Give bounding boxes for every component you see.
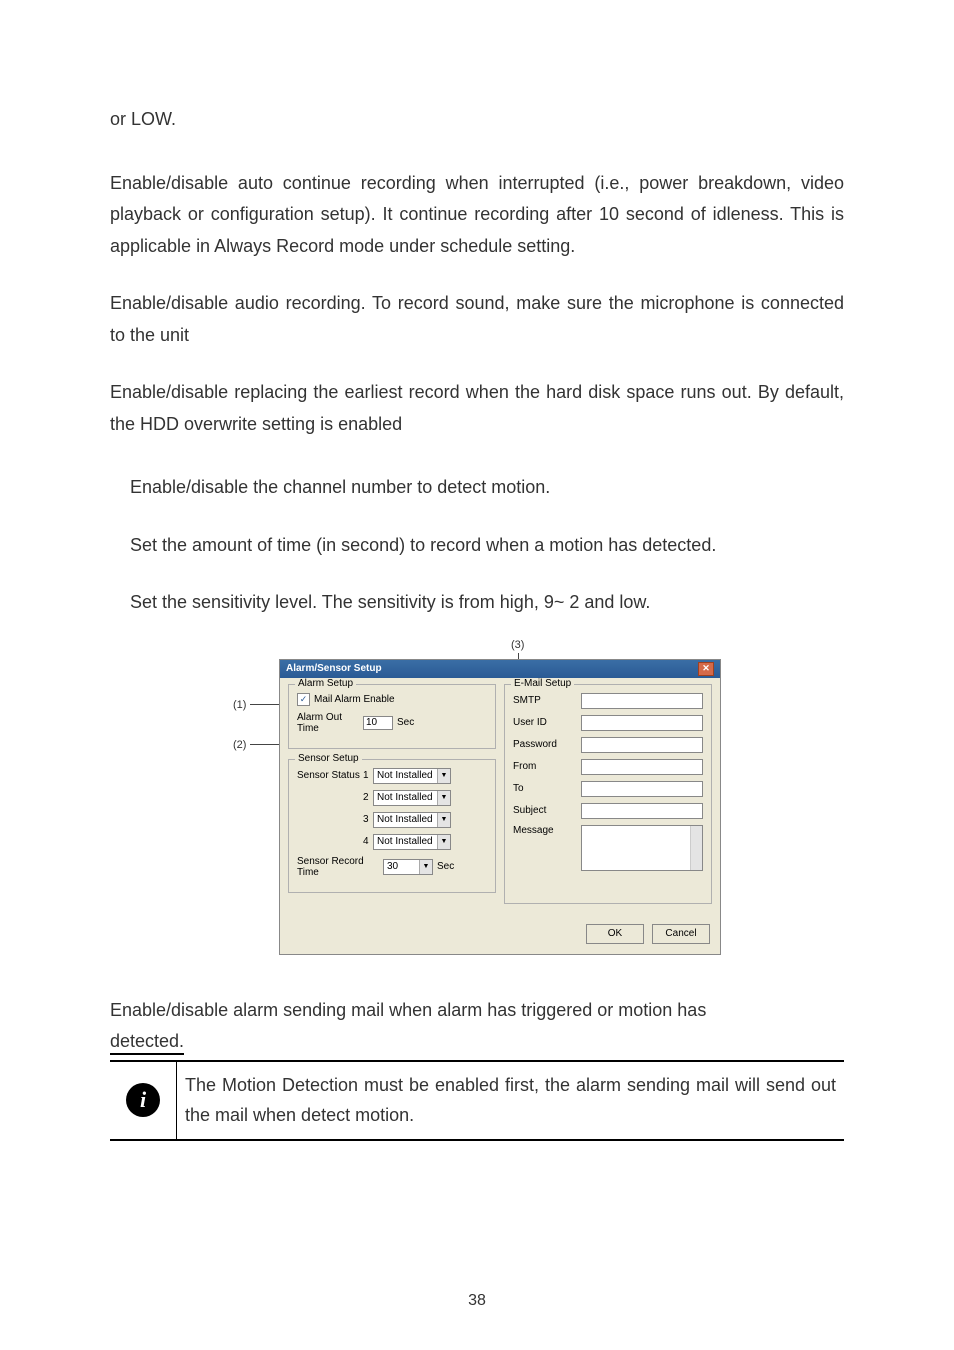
paragraph-mail-alarm: Enable/disable alarm sending mail when a… bbox=[110, 995, 844, 1058]
paragraph-audio: Enable/disable audio recording. To recor… bbox=[110, 288, 844, 351]
cancel-button[interactable]: Cancel bbox=[652, 924, 710, 944]
mail-alarm-checkbox[interactable]: ✓ bbox=[297, 693, 310, 706]
sensor-2-select[interactable]: Not Installed▼ bbox=[373, 790, 451, 806]
mail-alarm-label: Mail Alarm Enable bbox=[314, 694, 395, 705]
sec-label-2: Sec bbox=[437, 861, 454, 872]
paragraph-overwrite: Enable/disable replacing the earliest re… bbox=[110, 377, 844, 440]
alarm-out-time-input[interactable]: 10 bbox=[363, 716, 393, 730]
password-input[interactable] bbox=[581, 737, 703, 753]
ok-button[interactable]: OK bbox=[586, 924, 644, 944]
dialog-titlebar: Alarm/Sensor Setup ✕ bbox=[280, 660, 720, 678]
chevron-down-icon: ▼ bbox=[419, 860, 432, 874]
chevron-down-icon: ▼ bbox=[437, 769, 450, 783]
sensor-num-1: 1 bbox=[363, 770, 373, 781]
annotation-2: (2) bbox=[233, 739, 246, 751]
chevron-down-icon: ▼ bbox=[437, 813, 450, 827]
sensor-record-time-label: Sensor Record Time bbox=[297, 856, 383, 878]
paragraph-or-low: or LOW. bbox=[110, 104, 844, 136]
alarm-setup-group: Alarm Setup ✓ Mail Alarm Enable Alarm Ou… bbox=[288, 684, 496, 749]
sensor-3-select[interactable]: Not Installed▼ bbox=[373, 812, 451, 828]
to-input[interactable] bbox=[581, 781, 703, 797]
smtp-input[interactable] bbox=[581, 693, 703, 709]
email-setup-legend: E-Mail Setup bbox=[511, 678, 574, 689]
userid-input[interactable] bbox=[581, 715, 703, 731]
subject-label: Subject bbox=[513, 805, 581, 816]
info-icon: i bbox=[126, 1083, 160, 1117]
chevron-down-icon: ▼ bbox=[437, 791, 450, 805]
dialog-title: Alarm/Sensor Setup bbox=[286, 663, 382, 674]
message-label: Message bbox=[513, 825, 581, 836]
close-icon[interactable]: ✕ bbox=[698, 662, 714, 676]
info-note-text: The Motion Detection must be enabled fir… bbox=[185, 1070, 836, 1131]
sensor-setup-legend: Sensor Setup bbox=[295, 753, 362, 764]
from-label: From bbox=[513, 761, 581, 772]
sensor-num-2: 2 bbox=[363, 792, 373, 803]
scrollbar[interactable] bbox=[690, 826, 702, 870]
to-label: To bbox=[513, 783, 581, 794]
chevron-down-icon: ▼ bbox=[437, 835, 450, 849]
sensor-record-time-select[interactable]: 30▼ bbox=[383, 859, 433, 875]
detected-underlined: detected. bbox=[110, 1031, 184, 1055]
password-label: Password bbox=[513, 739, 581, 750]
alarm-setup-legend: Alarm Setup bbox=[295, 678, 356, 689]
paragraph-auto-continue: Enable/disable auto continue recording w… bbox=[110, 168, 844, 263]
annotation-3: (3) bbox=[511, 639, 524, 651]
sensor-1-select[interactable]: Not Installed▼ bbox=[373, 768, 451, 784]
smtp-label: SMTP bbox=[513, 695, 581, 706]
paragraph-motion-enable: Enable/disable the channel number to det… bbox=[130, 472, 844, 504]
dialog-screenshot: (1) (2) (3) Alarm/Sensor Setup ✕ bbox=[110, 659, 844, 955]
message-textarea[interactable] bbox=[581, 825, 703, 871]
sensor-status-label: Sensor Status bbox=[297, 770, 363, 781]
sensor-4-select[interactable]: Not Installed▼ bbox=[373, 834, 451, 850]
page-number: 38 bbox=[110, 1252, 844, 1310]
sensor-num-4: 4 bbox=[363, 836, 373, 847]
subject-input[interactable] bbox=[581, 803, 703, 819]
annotation-1: (1) bbox=[233, 699, 246, 711]
sec-label: Sec bbox=[397, 717, 414, 728]
paragraph-motion-time: Set the amount of time (in second) to re… bbox=[130, 530, 844, 562]
paragraph-motion-sensitivity: Set the sensitivity level. The sensitivi… bbox=[130, 587, 844, 619]
userid-label: User ID bbox=[513, 717, 581, 728]
email-setup-group: E-Mail Setup SMTP User ID Password From … bbox=[504, 684, 712, 904]
info-note: i The Motion Detection must be enabled f… bbox=[110, 1060, 844, 1141]
alarm-sensor-dialog: Alarm/Sensor Setup ✕ Alarm Setup ✓ Mail … bbox=[279, 659, 721, 955]
from-input[interactable] bbox=[581, 759, 703, 775]
sensor-setup-group: Sensor Setup Sensor Status 1 Not Install… bbox=[288, 759, 496, 893]
sensor-num-3: 3 bbox=[363, 814, 373, 825]
alarm-out-time-label: Alarm Out Time bbox=[297, 712, 363, 734]
